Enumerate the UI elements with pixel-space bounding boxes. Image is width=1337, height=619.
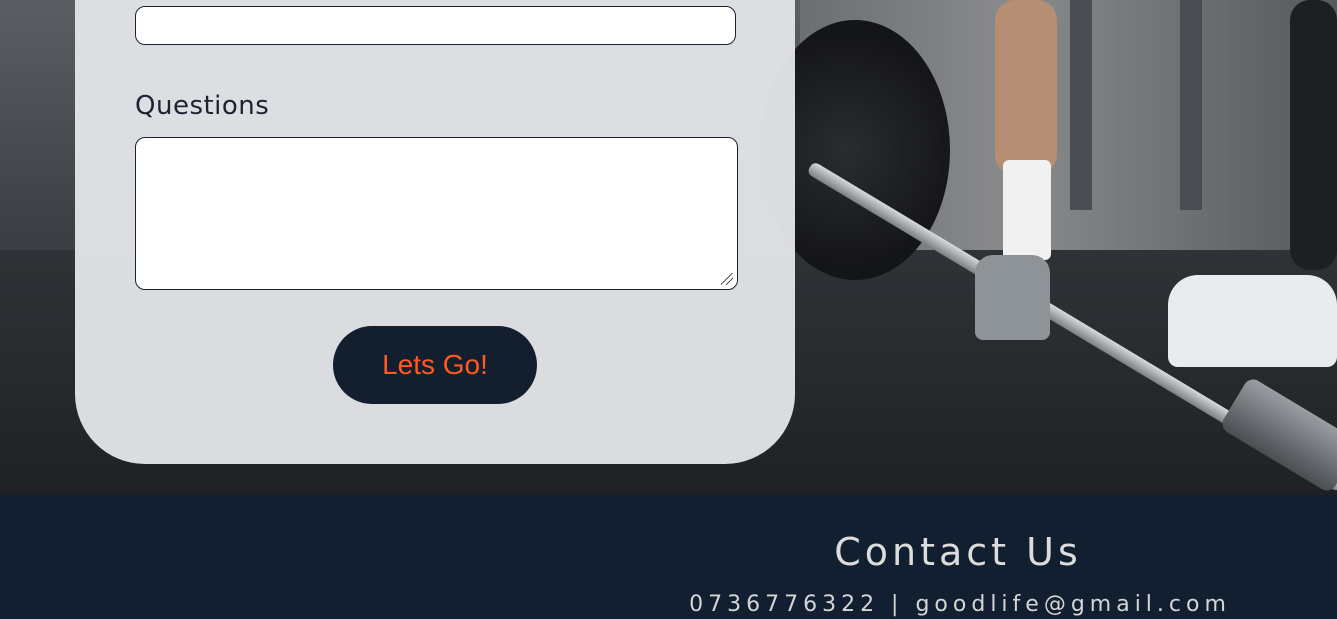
resize-grip-icon[interactable]	[721, 273, 733, 285]
athlete-shoe-image	[1168, 275, 1337, 367]
rack-post	[1070, 0, 1092, 210]
form-text-input[interactable]	[135, 6, 736, 45]
questions-label: Questions	[135, 91, 270, 121]
rack-post	[1180, 0, 1202, 210]
athlete-shoe-image	[975, 255, 1050, 340]
footer-title: Contact Us	[834, 530, 1082, 574]
athlete-leg-image	[995, 0, 1057, 175]
athlete-leg-image	[1290, 0, 1337, 270]
questions-textarea[interactable]	[135, 137, 738, 290]
submit-button[interactable]: Lets Go!	[333, 326, 537, 404]
athlete-sock-image	[1003, 160, 1051, 260]
footer-contact-info: 0736776322 | goodlife@gmail.com	[689, 592, 1231, 617]
